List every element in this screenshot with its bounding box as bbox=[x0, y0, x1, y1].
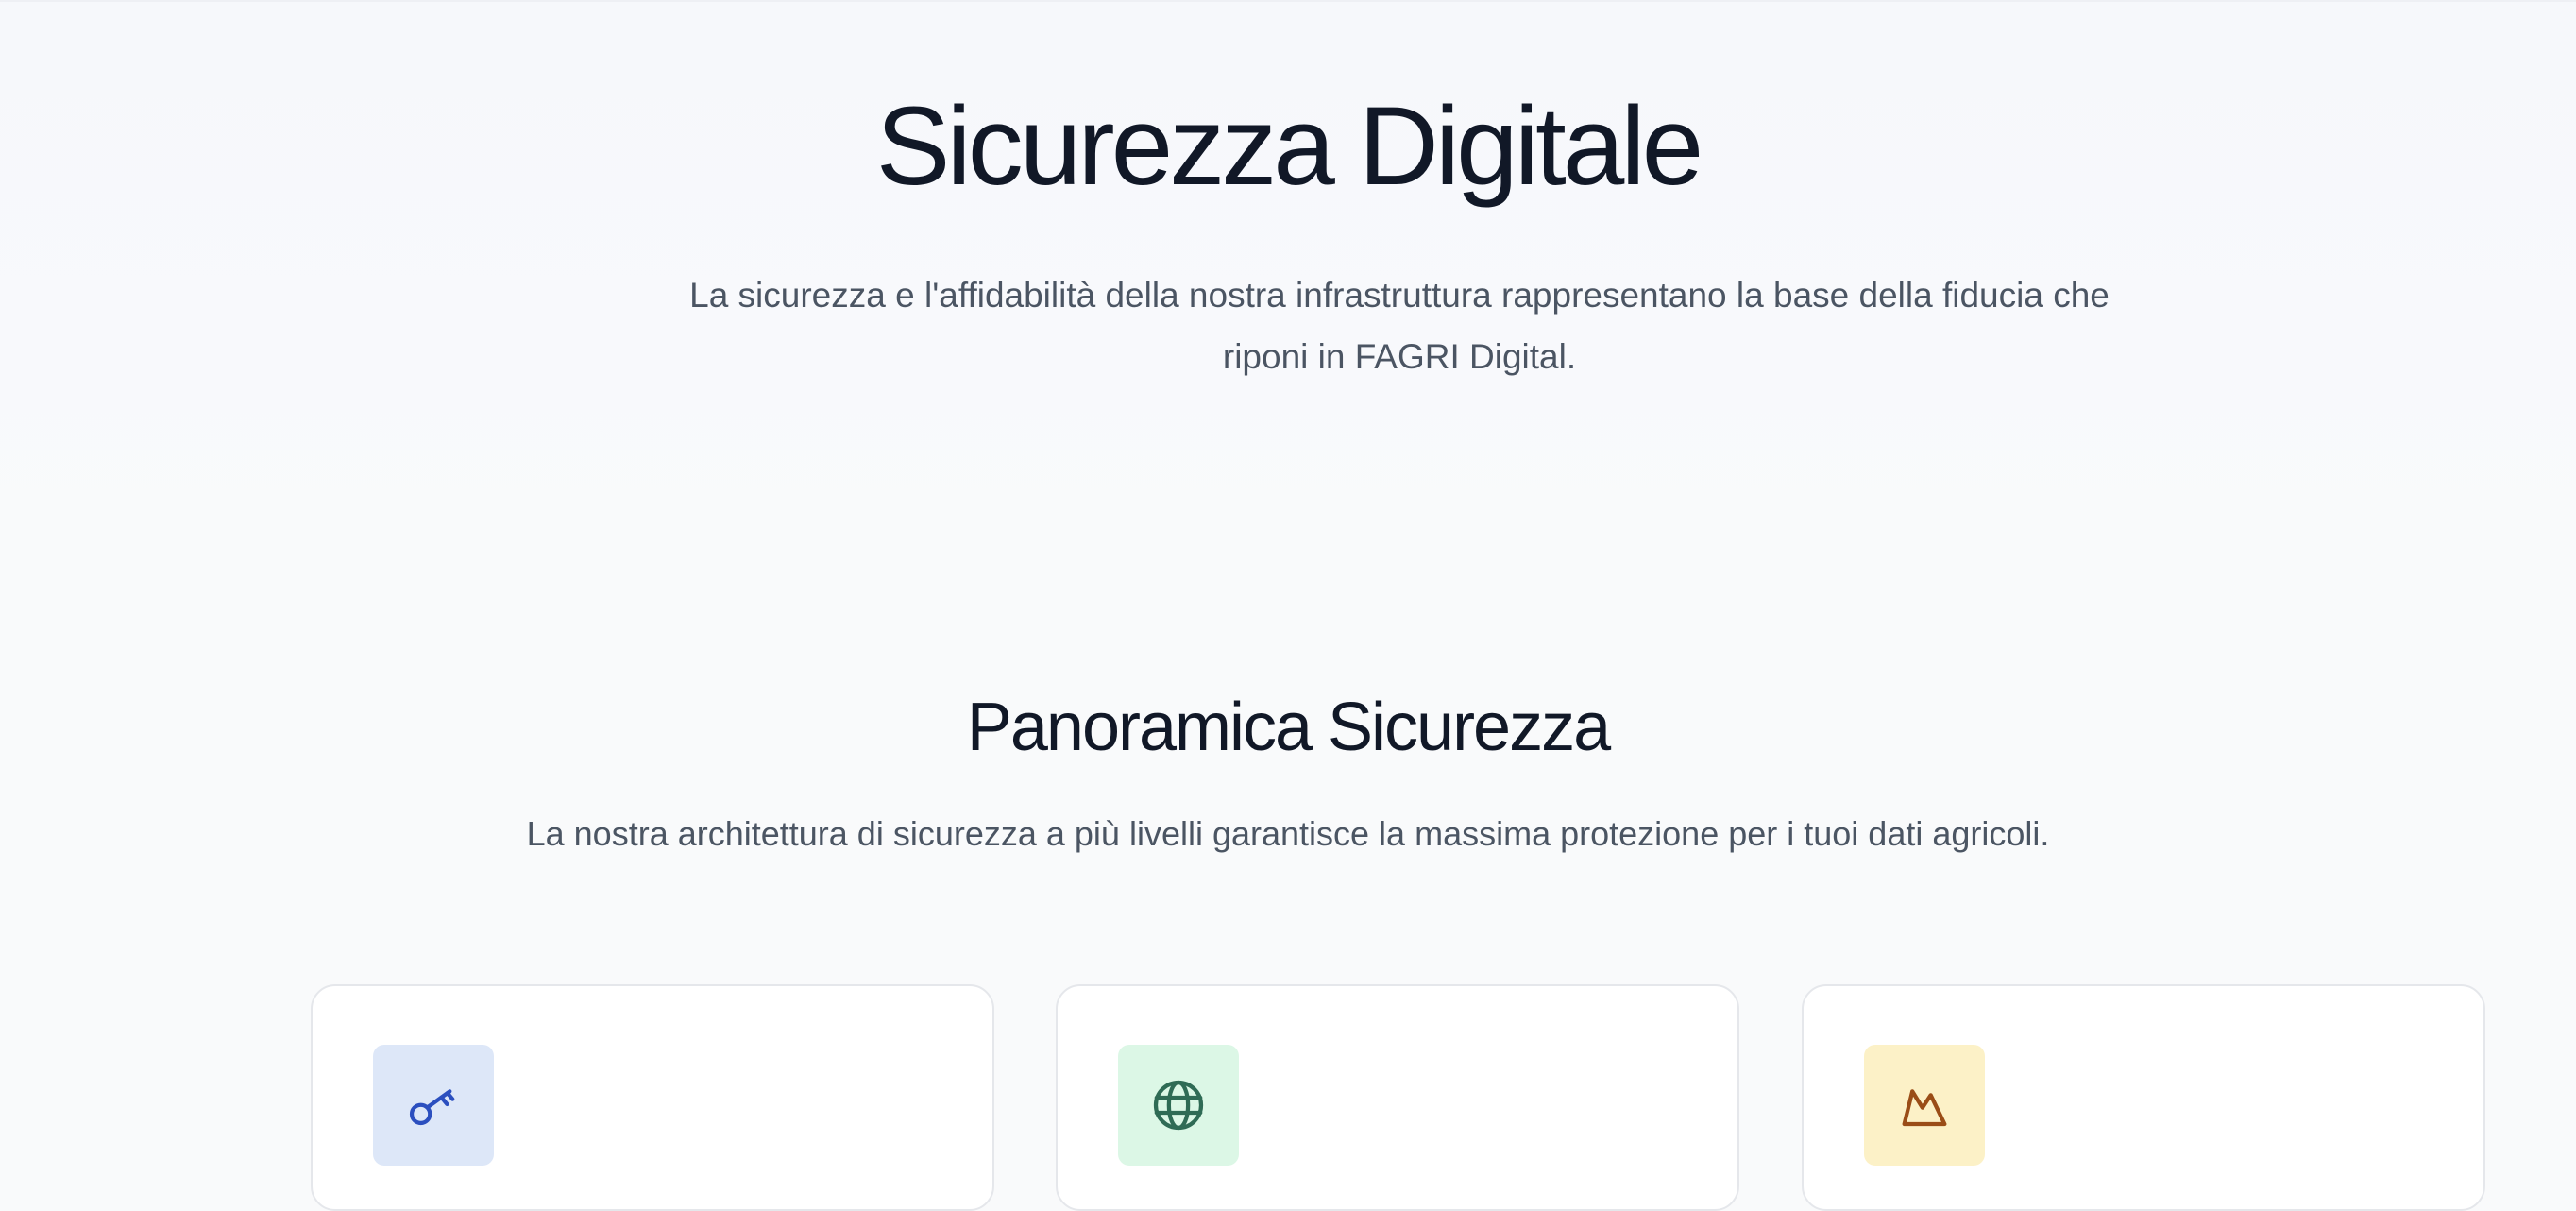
hero-subtitle: La sicurezza e l'affidabilità della nost… bbox=[689, 276, 2110, 376]
key-icon-badge bbox=[373, 1045, 494, 1166]
security-card-encryption bbox=[311, 984, 994, 1211]
security-card-infrastructure bbox=[1802, 984, 2485, 1211]
overview-title: Panoramica Sicurezza bbox=[966, 690, 1611, 765]
key-icon bbox=[409, 1089, 455, 1126]
globe-icon-badge bbox=[1118, 1045, 1239, 1166]
hero-section: Sicurezza Digitale La sicurezza e l'affi… bbox=[0, 0, 2576, 529]
globe-icon bbox=[1153, 1080, 1204, 1131]
page-title: Sicurezza Digitale bbox=[875, 84, 1703, 209]
overview-subtitle: La nostra architettura di sicurezza a pi… bbox=[526, 814, 2050, 853]
mountain-icon bbox=[1902, 1089, 1947, 1127]
mountain-icon-badge bbox=[1864, 1045, 1985, 1166]
security-card-network bbox=[1056, 984, 1739, 1211]
